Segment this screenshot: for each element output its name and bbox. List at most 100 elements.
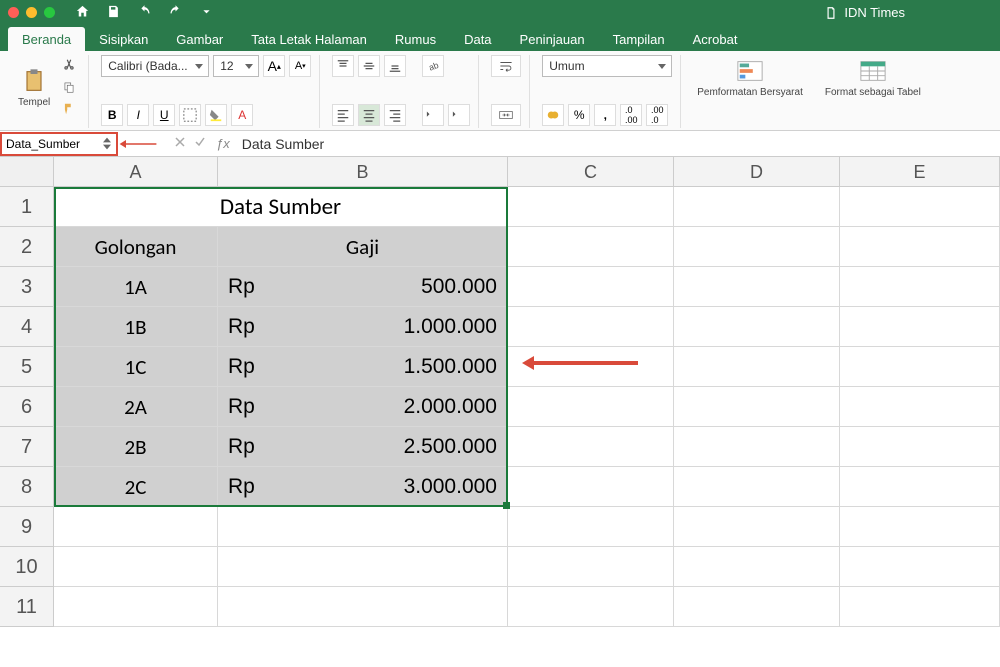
tab-data[interactable]: Data — [450, 27, 505, 51]
cell-c8[interactable] — [508, 467, 674, 507]
row-header-6[interactable]: 6 — [0, 387, 54, 427]
italic-button[interactable]: I — [127, 104, 149, 126]
orientation-button[interactable]: ab — [422, 55, 444, 77]
cell-c10[interactable] — [508, 547, 674, 587]
cell-b8[interactable]: Rp3.000.000 — [218, 467, 508, 507]
qat-more-icon[interactable] — [199, 4, 214, 22]
tab-gambar[interactable]: Gambar — [162, 27, 237, 51]
format-as-table-button[interactable]: Format sebagai Tabel — [821, 55, 925, 100]
percent-button[interactable]: % — [568, 104, 590, 126]
align-center-button[interactable] — [358, 104, 380, 126]
row-header-3[interactable]: 3 — [0, 267, 54, 307]
decrease-decimal-button[interactable]: .00.0 — [646, 104, 668, 126]
cell-a11[interactable] — [54, 587, 218, 627]
font-size-select[interactable]: 12 — [213, 55, 259, 77]
fx-icon[interactable]: ƒx — [216, 136, 230, 151]
close-window[interactable] — [8, 7, 19, 18]
tab-sisipkan[interactable]: Sisipkan — [85, 27, 162, 51]
cell-c1[interactable] — [508, 187, 674, 227]
cell-e8[interactable] — [840, 467, 1000, 507]
name-box[interactable]: Data_Sumber — [0, 132, 118, 156]
row-header-2[interactable]: 2 — [0, 227, 54, 267]
cell-a8[interactable]: 2C — [54, 467, 218, 507]
cell-d11[interactable] — [674, 587, 840, 627]
row-header-4[interactable]: 4 — [0, 307, 54, 347]
name-box-spinner[interactable] — [102, 137, 112, 151]
align-bottom-button[interactable] — [384, 55, 406, 77]
merge-cells-button[interactable] — [491, 104, 521, 126]
cell-c4[interactable] — [508, 307, 674, 347]
cell-a2[interactable]: Golongan — [54, 227, 218, 267]
cell-c6[interactable] — [508, 387, 674, 427]
col-header-e[interactable]: E — [840, 157, 1000, 187]
cell-b6[interactable]: Rp2.000.000 — [218, 387, 508, 427]
cell-d7[interactable] — [674, 427, 840, 467]
window-controls[interactable] — [8, 7, 55, 18]
minimize-window[interactable] — [26, 7, 37, 18]
cell-b9[interactable] — [218, 507, 508, 547]
cell-b11[interactable] — [218, 587, 508, 627]
row-header-10[interactable]: 10 — [0, 547, 54, 587]
cell-b3[interactable]: Rp500.000 — [218, 267, 508, 307]
align-left-button[interactable] — [332, 104, 354, 126]
cell-b2[interactable]: Gaji — [218, 227, 508, 267]
home-icon[interactable] — [75, 4, 90, 22]
col-header-b[interactable]: B — [218, 157, 508, 187]
row-header-9[interactable]: 9 — [0, 507, 54, 547]
cell-d9[interactable] — [674, 507, 840, 547]
align-right-button[interactable] — [384, 104, 406, 126]
cancel-icon[interactable] — [174, 136, 186, 151]
col-header-a[interactable]: A — [54, 157, 218, 187]
cell-e4[interactable] — [840, 307, 1000, 347]
cell-b10[interactable] — [218, 547, 508, 587]
cell-d3[interactable] — [674, 267, 840, 307]
cell-e10[interactable] — [840, 547, 1000, 587]
row-header-5[interactable]: 5 — [0, 347, 54, 387]
cell-a1-merged[interactable]: Data Sumber — [54, 187, 508, 227]
cell-a4[interactable]: 1B — [54, 307, 218, 347]
cell-d6[interactable] — [674, 387, 840, 427]
increase-decimal-button[interactable]: .0.00 — [620, 104, 642, 126]
formula-input[interactable]: Data Sumber — [238, 136, 1000, 152]
select-all-corner[interactable] — [0, 157, 54, 187]
cell-c7[interactable] — [508, 427, 674, 467]
cell-e1[interactable] — [840, 187, 1000, 227]
tab-tata-letak[interactable]: Tata Letak Halaman — [237, 27, 381, 51]
conditional-formatting-button[interactable]: Pemformatan Bersyarat — [693, 55, 807, 100]
redo-icon[interactable] — [168, 4, 183, 22]
cell-e3[interactable] — [840, 267, 1000, 307]
cell-d8[interactable] — [674, 467, 840, 507]
underline-button[interactable]: U — [153, 104, 175, 126]
maximize-window[interactable] — [44, 7, 55, 18]
wrap-text-button[interactable] — [491, 55, 521, 77]
undo-icon[interactable] — [137, 4, 152, 22]
align-middle-button[interactable] — [358, 55, 380, 77]
decrease-indent-button[interactable] — [422, 104, 444, 126]
cell-a3[interactable]: 1A — [54, 267, 218, 307]
save-icon[interactable] — [106, 4, 121, 22]
cell-e2[interactable] — [840, 227, 1000, 267]
cell-a5[interactable]: 1C — [54, 347, 218, 387]
cell-d4[interactable] — [674, 307, 840, 347]
cell-d2[interactable] — [674, 227, 840, 267]
cell-e6[interactable] — [840, 387, 1000, 427]
cell-e7[interactable] — [840, 427, 1000, 467]
confirm-icon[interactable] — [194, 136, 206, 151]
tab-acrobat[interactable]: Acrobat — [679, 27, 752, 51]
row-header-7[interactable]: 7 — [0, 427, 54, 467]
font-color-button[interactable]: A — [231, 104, 253, 126]
cell-a6[interactable]: 2A — [54, 387, 218, 427]
decrease-font-button[interactable]: A▾ — [289, 55, 311, 77]
tab-peninjauan[interactable]: Peninjauan — [506, 27, 599, 51]
bold-button[interactable]: B — [101, 104, 123, 126]
number-format-select[interactable]: Umum — [542, 55, 672, 77]
cell-e9[interactable] — [840, 507, 1000, 547]
accounting-button[interactable] — [542, 104, 564, 126]
border-button[interactable] — [179, 104, 201, 126]
font-name-select[interactable]: Calibri (Bada... — [101, 55, 209, 77]
cell-b7[interactable]: Rp2.500.000 — [218, 427, 508, 467]
tab-rumus[interactable]: Rumus — [381, 27, 450, 51]
cell-c2[interactable] — [508, 227, 674, 267]
row-header-11[interactable]: 11 — [0, 587, 54, 627]
cut-button[interactable] — [58, 55, 80, 75]
